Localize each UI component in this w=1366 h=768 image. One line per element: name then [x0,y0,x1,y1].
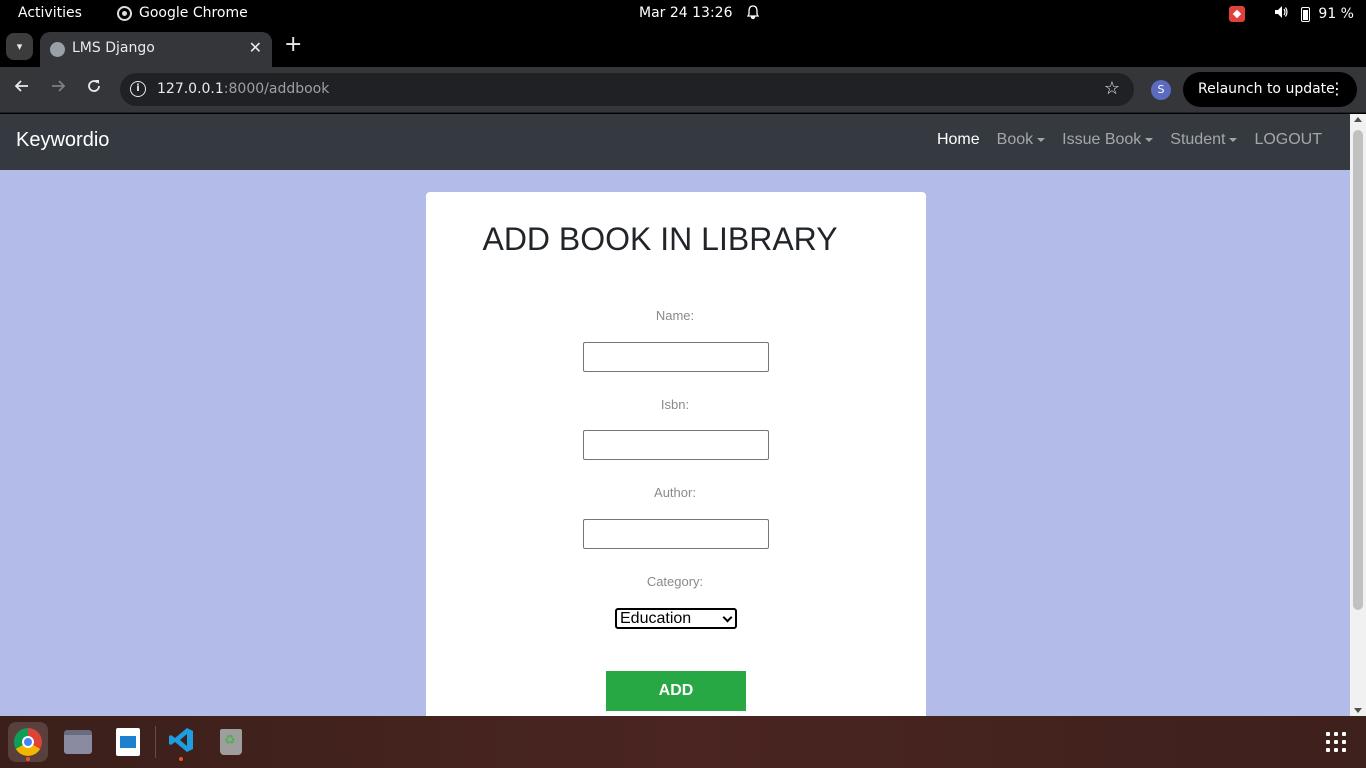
dock-separator [155,726,156,758]
files-folder-icon [64,730,92,754]
page-scrollbar[interactable] [1350,114,1366,716]
category-selected-value: Education [620,610,692,627]
app-menu[interactable]: Google Chrome [117,5,248,21]
site-info-icon[interactable]: i [130,81,146,97]
running-indicator [26,757,30,761]
scroll-up-arrow-icon[interactable] [1354,117,1362,122]
forward-arrow-icon[interactable] [50,78,66,99]
libreoffice-writer-icon [116,728,140,756]
name-label: Name: [655,308,695,323]
caret-down-icon [1145,137,1154,142]
bookmark-star-icon[interactable]: ☆ [1104,78,1120,99]
navbar-brand[interactable]: Keywordio [16,129,109,152]
globe-icon [50,42,65,57]
dock-vscode[interactable] [161,722,201,762]
relaunch-label: Relaunch to update [1198,81,1335,97]
tab-title: LMS Django [72,40,155,56]
author-label: Author: [654,485,696,500]
activities-button[interactable]: Activities [18,5,82,21]
app-name: Google Chrome [139,5,248,21]
dock-writer[interactable] [108,722,148,762]
ubuntu-dock [0,716,1366,768]
nav-logout[interactable]: LOGOUT [1254,131,1322,149]
back-arrow-icon[interactable] [14,78,30,99]
system-tray[interactable]: 91 % [1229,4,1354,24]
isbn-input[interactable] [583,430,769,460]
reload-icon[interactable] [86,78,102,99]
add-book-form-card: ADD BOOK IN LIBRARY Name: Isbn: Author: … [426,192,926,716]
nav-home[interactable]: Home [937,131,980,149]
category-label: Category: [646,574,704,589]
trash-icon [220,729,242,755]
nav-student-label: Student [1170,131,1226,148]
caret-down-icon [1229,137,1238,142]
chrome-icon [14,728,42,756]
nav-issue-book-dropdown[interactable]: Issue Book [1062,131,1154,149]
new-tab-plus-icon[interactable]: + [284,34,302,56]
isbn-label: Isbn: [660,397,690,412]
category-select[interactable]: Education [615,608,737,629]
system-top-bar: Activities Google Chrome Mar 24 13:26 91… [0,0,1366,27]
battery-icon [1301,6,1311,22]
profile-avatar[interactable]: S [1151,80,1171,100]
remote-desktop-icon [1229,6,1246,22]
browser-toolbar: i 127.0.0.1:8000/addbook ☆ S Relaunch to… [0,67,1366,113]
nav-book-label: Book [996,131,1034,148]
url-text[interactable]: 127.0.0.1:8000/addbook [157,81,329,97]
clock[interactable]: Mar 24 13:26 [639,5,732,21]
name-input[interactable] [583,342,769,372]
show-apps-grid-icon[interactable] [1326,732,1346,752]
navbar-links: Home Book Issue Book Student LOGOUT [937,131,1322,149]
tab-search-chevron-icon[interactable]: ▾ [6,33,33,60]
add-button[interactable]: ADD [606,671,746,711]
dock-chrome[interactable] [8,722,48,762]
dock-trash[interactable] [211,722,251,762]
vscode-icon [167,726,195,758]
running-indicator [179,757,183,761]
caret-down-icon [1037,137,1046,142]
dock-files[interactable] [58,722,98,762]
nav-issue-book-label: Issue Book [1062,131,1142,148]
volume-icon [1273,4,1289,24]
battery-percent: 91 % [1318,6,1354,22]
author-input[interactable] [583,519,769,549]
url-host: 127.0.0.1 [157,81,224,97]
chevron-down-icon [722,612,733,623]
scroll-down-arrow-icon[interactable] [1354,708,1362,713]
close-tab-icon[interactable]: ✕ [249,38,262,57]
tab-lms-django[interactable]: LMS Django ✕ [40,32,272,67]
tab-strip: ▾ LMS Django ✕ + [0,27,1366,67]
chrome-app-icon [117,5,132,21]
scrollbar-thumb[interactable] [1353,130,1363,610]
site-navbar: Keywordio Home Book Issue Book Student L… [0,114,1350,170]
nav-student-dropdown[interactable]: Student [1170,131,1238,149]
relaunch-to-update-button[interactable]: Relaunch to update ⋮ [1183,72,1357,107]
url-path: :8000/addbook [223,81,330,97]
page-viewport: Keywordio Home Book Issue Book Student L… [0,114,1350,716]
nav-book-dropdown[interactable]: Book [996,131,1046,149]
address-bar[interactable]: i 127.0.0.1:8000/addbook ☆ [120,73,1134,106]
kebab-menu-icon: ⋮ [1329,79,1345,98]
notification-bell-icon [745,4,761,24]
page-title: ADD BOOK IN LIBRARY [482,221,838,257]
